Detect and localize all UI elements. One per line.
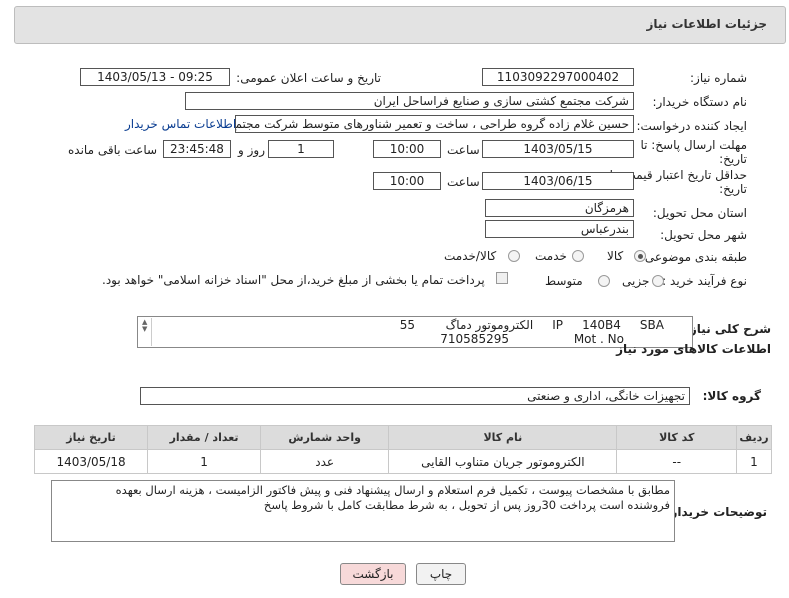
deadline-label: مهلت ارسال پاسخ: تا: [640, 138, 747, 152]
goods-table: ردیف کد کالا نام کالا واحد شمارش تعداد /…: [33, 425, 772, 474]
description-textarea[interactable]: الکتروموتور دماگ 55 IP 140B4 SBA 7105852…: [137, 316, 693, 348]
page-title: جزئیات اطلاعات نیاز: [646, 17, 767, 31]
city-field: بندرعباس: [485, 220, 634, 238]
category-service-label: خدمت: [535, 249, 567, 263]
city-label: شهر محل تحویل:: [660, 228, 747, 242]
back-button[interactable]: بازگشت: [340, 563, 406, 585]
description-line-2: 710585295 Mot . No: [440, 332, 624, 346]
category-label: طبقه بندی موضوعی:: [640, 250, 747, 264]
goods-section-title: اطلاعات کالاهای مورد نیاز: [616, 342, 771, 356]
buyer-notes-textarea[interactable]: مطابق با مشخصات پیوست ، تکمیل فرم استعلا…: [51, 480, 675, 542]
validity-time-label: ساعت: [447, 175, 480, 189]
table-row[interactable]: 1 -- الکتروموتور جریان متناوب القایی عدد…: [33, 449, 772, 474]
col-unit: واحد شمارش: [260, 425, 390, 450]
buyer-notes-label: توضیحات خریدار:: [665, 505, 767, 519]
deadline-time-field: 10:00: [373, 140, 441, 158]
category-goods-label: کالا: [607, 249, 624, 263]
print-button[interactable]: چاپ: [416, 563, 466, 585]
need-number-field: 1103092297000402: [482, 68, 634, 86]
goods-group-label: گروه کالا:: [702, 389, 761, 403]
creator-label: ایجاد کننده درخواست:: [636, 119, 747, 133]
cell-date: 1403/05/18: [33, 449, 149, 474]
deadline-time-label: ساعت: [447, 143, 480, 157]
province-label: استان محل تحویل:: [652, 206, 747, 220]
deadline-date-label: تاریخ:: [719, 152, 747, 166]
deadline-date-field: 1403/05/15: [482, 140, 634, 158]
category-goods-radio[interactable]: [634, 250, 646, 262]
category-both-radio[interactable]: [508, 250, 520, 262]
cell-code: --: [616, 449, 737, 474]
process-partial-radio[interactable]: [652, 275, 664, 287]
cell-qty: 1: [147, 449, 262, 474]
days-label: روز و: [238, 143, 265, 157]
need-number-label: شماره نیاز:: [690, 71, 747, 85]
payment-note: پرداخت تمام یا بخشی از مبلغ خرید،از محل …: [102, 273, 485, 287]
description-line-1: الکتروموتور دماگ 55 IP 140B4 SBA: [399, 318, 664, 332]
process-medium-label: متوسط: [545, 274, 583, 288]
category-both-label: کالا/خدمت: [444, 249, 497, 263]
validity-time-field: 10:00: [373, 172, 441, 190]
col-date: تاریخ نیاز: [33, 425, 149, 450]
validity-date-label: تاریخ:: [719, 182, 747, 196]
goods-group-field: تجهیزات خانگی، اداری و صنعتی: [140, 387, 690, 405]
process-partial-label: جزیی: [622, 274, 650, 288]
process-medium-radio[interactable]: [598, 275, 610, 287]
col-code: کد کالا: [616, 425, 737, 450]
table-header-row: ردیف کد کالا نام کالا واحد شمارش تعداد /…: [33, 425, 772, 450]
contact-info-link[interactable]: اطلاعات تماس خریدار: [125, 117, 236, 131]
announce-field: 1403/05/13 - 09:25: [80, 68, 230, 86]
buyer-label: نام دستگاه خریدار:: [652, 95, 748, 109]
cell-unit: عدد: [260, 449, 390, 474]
col-index: ردیف: [736, 425, 772, 450]
treasury-payment-checkbox[interactable]: [496, 272, 508, 284]
description-label: شرح کلی نیاز:: [685, 322, 771, 336]
announce-label: تاریخ و ساعت اعلان عمومی:: [236, 71, 381, 85]
creator-field: حسین غلام زاده گروه طراحی ، ساخت و تعمیر…: [235, 115, 634, 133]
scroll-down-icon[interactable]: ▼: [142, 325, 147, 333]
col-qty: تعداد / مقدار: [147, 425, 262, 450]
validity-date-field: 1403/06/15: [482, 172, 634, 190]
buyer-notes-line-1: مطابق با مشخصات پیوست ، تکمیل فرم استعلا…: [115, 483, 670, 497]
province-field: هرمزگان: [485, 199, 634, 217]
remaining-label: ساعت باقی مانده: [68, 143, 158, 157]
remaining-time-field: 23:45:48: [163, 140, 231, 158]
col-name: نام کالا: [388, 425, 618, 450]
category-service-radio[interactable]: [572, 250, 584, 262]
buyer-field: شرکت مجتمع کشتی سازی و صنایع فراساحل ایر…: [185, 92, 634, 110]
cell-index: 1: [736, 449, 772, 474]
buyer-notes-line-2: فروشنده است پرداخت 30روز پس از تحویل ، ب…: [263, 498, 670, 512]
cell-name: الکتروموتور جریان متناوب القایی: [388, 449, 618, 474]
header-panel: جزئیات اطلاعات نیاز: [14, 6, 786, 44]
days-field: 1: [268, 140, 334, 158]
description-scrollbar[interactable]: ▲ ▼: [140, 318, 152, 346]
process-label: نوع فرآیند خرید :: [662, 274, 747, 288]
